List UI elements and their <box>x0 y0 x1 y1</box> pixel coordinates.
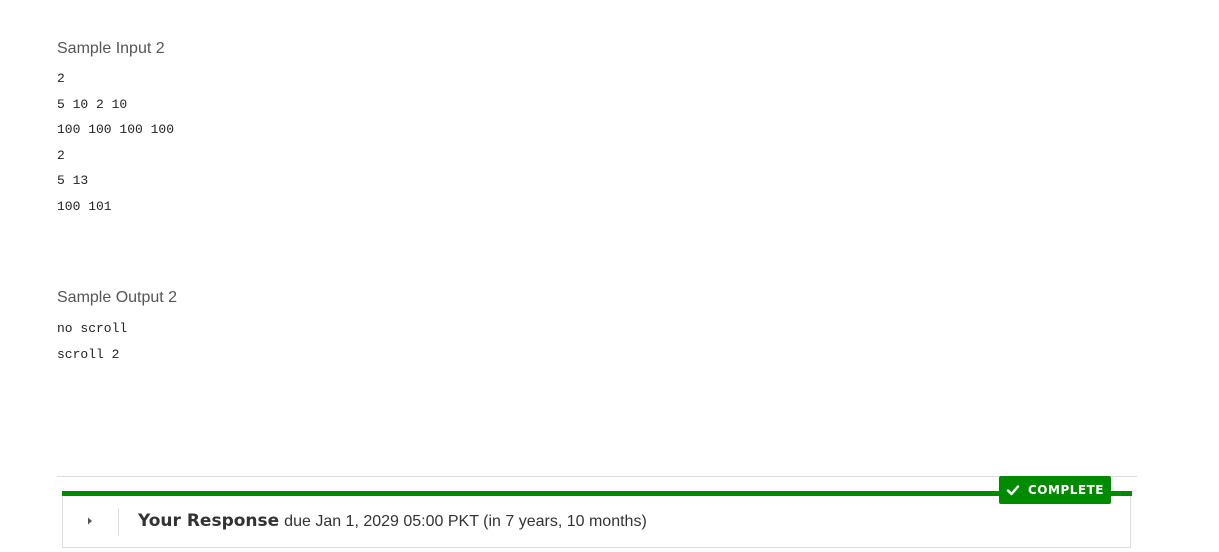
expand-toggle-button[interactable] <box>75 508 105 536</box>
response-header[interactable]: Your Response due Jan 1, 2029 05:00 PKT … <box>138 511 647 533</box>
response-title: Your Response <box>138 511 280 531</box>
sample-input-block: 2 5 10 2 10 100 100 100 100 2 5 13 100 1… <box>57 66 174 220</box>
sample-output-line: scroll 2 <box>57 346 120 362</box>
section-divider <box>57 476 1137 477</box>
toggle-separator <box>118 508 119 536</box>
status-badge: COMPLETE <box>999 476 1111 504</box>
sample-input-line: 5 13 <box>57 173 89 189</box>
response-due-date: due Jan 1, 2029 05:00 PKT (in 7 years, 1… <box>284 513 647 530</box>
sample-input-line: 2 <box>57 147 65 163</box>
status-label: COMPLETE <box>1028 483 1104 497</box>
sample-input-line: 2 <box>57 71 65 86</box>
sample-output-heading: Sample Output 2 <box>57 289 178 306</box>
sample-input-heading: Sample Input 2 <box>57 40 165 57</box>
sample-output-line: no scroll <box>57 321 128 336</box>
sample-input-line: 5 10 2 10 <box>57 96 128 112</box>
sample-output-block: no scroll scroll 2 <box>57 316 127 367</box>
checkmark-icon <box>1006 483 1020 497</box>
completion-bar <box>62 491 1132 496</box>
sample-input-line: 100 101 <box>57 198 112 214</box>
sample-input-line: 100 100 100 100 <box>57 122 175 138</box>
caret-right-icon <box>86 513 94 531</box>
